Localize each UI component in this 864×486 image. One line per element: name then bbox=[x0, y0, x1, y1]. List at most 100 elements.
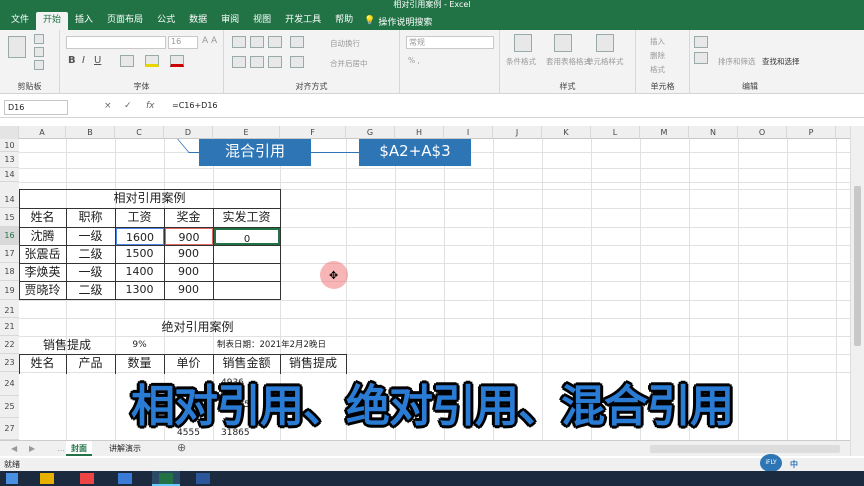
select-all-corner[interactable] bbox=[0, 126, 19, 139]
table-cell[interactable]: 1500 bbox=[115, 245, 164, 263]
header-cell[interactable]: 职称 bbox=[66, 208, 115, 227]
col-header-a[interactable]: A bbox=[19, 126, 66, 139]
align-center-icon[interactable] bbox=[250, 56, 264, 68]
cancel-icon[interactable]: × bbox=[104, 101, 112, 111]
tab-review[interactable]: 审阅 bbox=[214, 12, 246, 30]
row-header-15[interactable]: 15 bbox=[0, 208, 19, 227]
orientation-icon[interactable] bbox=[290, 36, 304, 48]
copy-icon[interactable] bbox=[34, 47, 44, 57]
align-left-icon[interactable] bbox=[232, 56, 246, 68]
format-cells-button[interactable]: 格式 bbox=[650, 64, 665, 75]
row-header-21b[interactable]: 21 bbox=[0, 318, 19, 336]
underline-icon[interactable]: U bbox=[94, 55, 101, 66]
table-cell[interactable]: 贾晓玲 bbox=[19, 281, 66, 299]
table-cell[interactable]: 一级 bbox=[66, 263, 115, 281]
align-top-icon[interactable] bbox=[232, 36, 246, 48]
table-cell[interactable]: 沈腾 bbox=[19, 227, 66, 245]
fill-icon[interactable] bbox=[694, 52, 708, 64]
format-as-table-icon[interactable] bbox=[554, 34, 572, 52]
header-cell[interactable]: 工资 bbox=[115, 208, 164, 227]
col-header-i[interactable]: I bbox=[444, 126, 493, 139]
col-header-h[interactable]: H bbox=[395, 126, 444, 139]
col-header-d[interactable]: D bbox=[164, 126, 213, 139]
row-header-13[interactable]: 13 bbox=[0, 152, 19, 168]
table-cell[interactable]: 1300 bbox=[115, 281, 164, 299]
table-cell[interactable]: 900 bbox=[164, 245, 213, 263]
next-sheet-icon[interactable]: ▶ bbox=[24, 441, 40, 456]
indent-icon[interactable] bbox=[290, 56, 304, 68]
align-right-icon[interactable] bbox=[268, 56, 282, 68]
delete-cells-button[interactable]: 删除 bbox=[650, 50, 665, 61]
cut-icon[interactable] bbox=[34, 34, 44, 44]
col-header-q[interactable] bbox=[836, 126, 850, 139]
header-cell[interactable]: 姓名 bbox=[19, 354, 66, 372]
row-header-14b[interactable]: 14 bbox=[0, 182, 19, 208]
header-cell[interactable]: 奖金 bbox=[164, 208, 213, 227]
row-header-18[interactable]: 18 bbox=[0, 263, 19, 281]
percent-icon[interactable]: % , bbox=[408, 56, 420, 65]
table-cell[interactable]: 二级 bbox=[66, 245, 115, 263]
row-header-21[interactable]: 21 bbox=[0, 300, 19, 318]
tab-formulas[interactable]: 公式 bbox=[150, 12, 182, 30]
app-icon[interactable] bbox=[80, 473, 94, 484]
col-header-p[interactable]: P bbox=[787, 126, 836, 139]
header-cell[interactable]: 单价 bbox=[164, 354, 213, 372]
tab-help[interactable]: 帮助 bbox=[328, 12, 360, 30]
header-cell[interactable]: 实发工资 bbox=[213, 208, 280, 227]
active-cell-e16[interactable]: 0 bbox=[214, 228, 280, 245]
cell-styles-button[interactable]: 单元格样式 bbox=[586, 56, 624, 67]
conditional-format-button[interactable]: 条件格式 bbox=[506, 56, 536, 67]
date-label[interactable]: 制表日期：2021年2月2晚日 bbox=[213, 336, 346, 354]
row-header-16[interactable]: 16 bbox=[0, 227, 19, 245]
table-cell[interactable]: 二级 bbox=[66, 281, 115, 299]
font-color-icon[interactable] bbox=[170, 55, 184, 67]
tell-me-box[interactable]: 💡 操作说明搜索 bbox=[364, 12, 432, 30]
row-header-14[interactable]: 14 bbox=[0, 168, 19, 182]
merge-center-button[interactable]: 合并后居中 bbox=[330, 58, 368, 69]
horizontal-scrollbar[interactable] bbox=[650, 445, 840, 453]
formula-input[interactable]: =C16+D16 bbox=[172, 101, 218, 110]
autosum-icon[interactable] bbox=[694, 36, 708, 48]
salary-cell-ref-highlight[interactable]: 1600 bbox=[116, 228, 164, 245]
col-header-l[interactable]: L bbox=[591, 126, 640, 139]
find-select-button[interactable]: 查找和选择 bbox=[762, 56, 800, 67]
header-cell[interactable]: 姓名 bbox=[19, 208, 66, 227]
prev-sheet-icon[interactable]: ◀ bbox=[6, 441, 22, 456]
ime-language-indicator[interactable]: 中 bbox=[790, 458, 798, 471]
function-icon[interactable]: fx bbox=[146, 101, 155, 111]
sort-filter-button[interactable]: 排序和筛选 bbox=[718, 56, 756, 67]
row-header-10[interactable]: 10 bbox=[0, 139, 19, 152]
table-cell[interactable]: 1400 bbox=[115, 263, 164, 281]
app-icon[interactable] bbox=[118, 473, 132, 484]
row-header-22[interactable]: 22 bbox=[0, 336, 19, 354]
sheet-tab-demo[interactable]: 讲解演示 bbox=[104, 441, 146, 456]
enter-icon[interactable]: ✓ bbox=[124, 101, 132, 111]
col-header-k[interactable]: K bbox=[542, 126, 591, 139]
tab-home[interactable]: 开始 bbox=[36, 12, 69, 30]
col-header-j[interactable]: J bbox=[493, 126, 542, 139]
col-header-o[interactable]: O bbox=[738, 126, 787, 139]
tab-developer[interactable]: 开发工具 bbox=[278, 12, 328, 30]
col-header-n[interactable]: N bbox=[689, 126, 738, 139]
border-icon[interactable] bbox=[120, 55, 134, 67]
format-as-table-button[interactable]: 套用表格格式 bbox=[546, 56, 591, 67]
row-header-17[interactable]: 17 bbox=[0, 245, 19, 263]
tab-data[interactable]: 数据 bbox=[182, 12, 214, 30]
grow-font-icon[interactable]: A A bbox=[202, 36, 217, 46]
table-cell[interactable]: 李焕英 bbox=[19, 263, 66, 281]
number-format-combo[interactable]: 常规 bbox=[406, 36, 494, 49]
header-cell[interactable]: 销售金额 bbox=[213, 354, 280, 372]
start-icon[interactable] bbox=[6, 473, 18, 484]
row-header-23[interactable]: 23 bbox=[0, 354, 19, 372]
name-box[interactable]: D16 bbox=[4, 100, 68, 115]
tab-insert[interactable]: 插入 bbox=[68, 12, 100, 30]
align-middle-icon[interactable] bbox=[250, 36, 264, 48]
conditional-format-icon[interactable] bbox=[514, 34, 532, 52]
table-cell[interactable]: 一级 bbox=[66, 227, 115, 245]
ifly-icon[interactable]: iFLY bbox=[760, 454, 782, 472]
col-header-g[interactable]: G bbox=[346, 126, 395, 139]
header-cell[interactable]: 销售提成 bbox=[280, 354, 346, 372]
italic-icon[interactable]: I bbox=[82, 55, 85, 66]
bonus-cell-ref-highlight[interactable]: 900 bbox=[165, 228, 213, 245]
insert-cells-button[interactable]: 插入 bbox=[650, 36, 665, 47]
